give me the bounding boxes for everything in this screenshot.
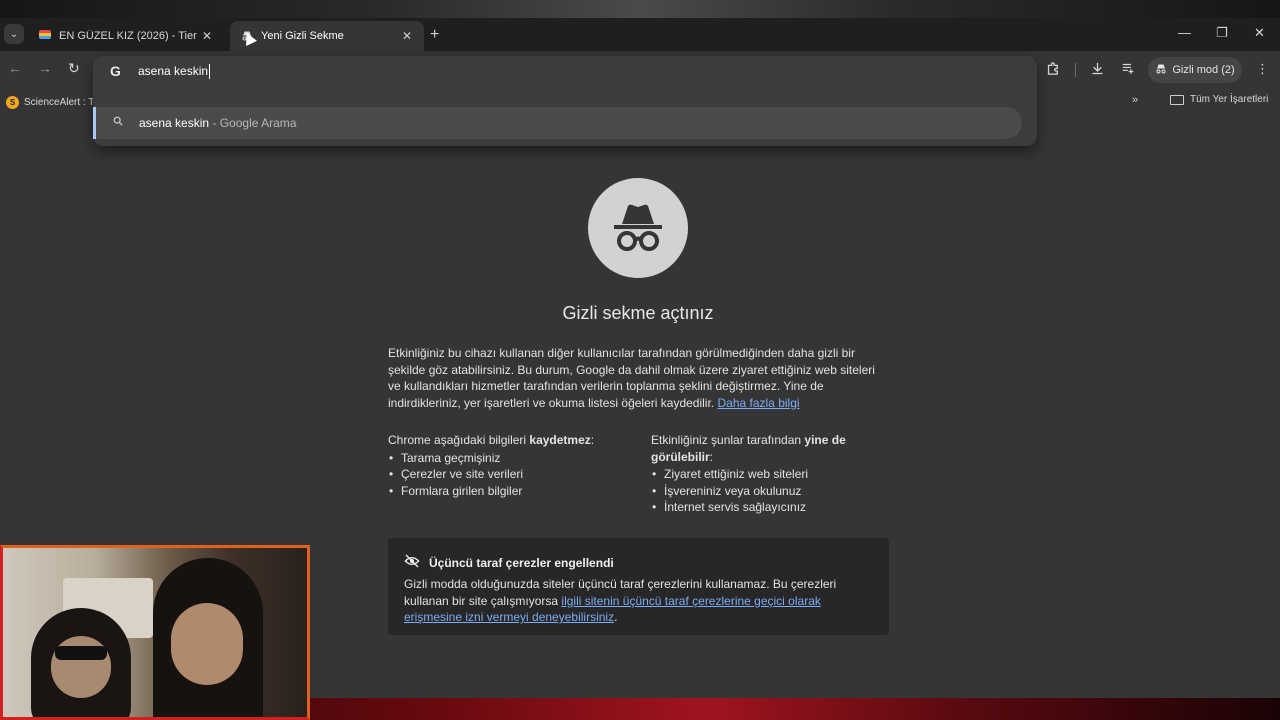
menu-kebab-icon[interactable]: ⋮	[1256, 61, 1269, 77]
list-item: Ziyaret ettiğiniz web siteleri	[651, 466, 891, 483]
reload-icon[interactable]: ↻	[68, 60, 80, 77]
cookie-card-header: Üçüncü taraf çerezler engellendi	[404, 554, 614, 571]
eye-off-icon	[404, 554, 420, 571]
bookmark-sciencealert[interactable]: S ScienceAlert : T	[6, 94, 94, 110]
learn-more-link[interactable]: Daha fazla bilgi	[717, 396, 799, 410]
chevron-down-icon: ⌄	[9, 28, 19, 40]
webcam-face-right	[171, 603, 243, 685]
google-g-icon: G	[110, 63, 121, 79]
list-item: Formlara girilen bilgiler	[388, 483, 628, 500]
address-bar-input[interactable]: asena keskin	[138, 64, 211, 79]
close-window-icon[interactable]: ✕	[1254, 25, 1265, 41]
all-bookmarks-button[interactable]: Tüm Yer İşaretleri	[1170, 94, 1268, 105]
still-visible-column: Etkinliğiniz şunlar tarafından yine de g…	[651, 432, 891, 516]
still-visible-heading: Etkinliğiniz şunlar tarafından yine de g…	[651, 433, 846, 464]
page-title: Gizli sekme açtınız	[562, 303, 714, 323]
sciencealert-favicon: S	[6, 95, 19, 109]
forward-arrow-icon[interactable]: →	[38, 60, 52, 76]
new-tab-plus-icon[interactable]: +	[430, 26, 439, 44]
tab-title: EN GÜZEL KIZ (2026) - Tier List	[59, 30, 200, 42]
download-icon[interactable]	[1090, 61, 1105, 79]
incognito-description: Etkinliğiniz bu cihazı kullanan diğer ku…	[388, 345, 888, 411]
webcam-overlay	[0, 545, 310, 720]
incognito-hero-icon	[588, 178, 688, 278]
tab-tier-list[interactable]: EN GÜZEL KIZ (2026) - Tier List ✕	[28, 21, 224, 51]
search-suggestion[interactable]: asena keskin - Google Arama	[93, 107, 1022, 139]
incognito-icon	[1155, 63, 1167, 78]
all-bookmarks-label: Tüm Yer İşaretleri	[1190, 94, 1269, 105]
webcam-sunglasses	[55, 646, 107, 660]
search-icon	[113, 116, 123, 129]
folder-icon	[1170, 94, 1184, 105]
intro-text: Etkinliğiniz bu cihazı kullanan diğer ku…	[388, 346, 875, 410]
omnibox-dropdown: G asena keskin asena keskin - Google Ara…	[93, 56, 1037, 146]
suggestion-query: asena keskin	[139, 116, 210, 130]
suggestion-source: - Google Arama	[209, 116, 297, 130]
reading-list-icon[interactable]	[1121, 61, 1135, 78]
close-icon[interactable]: ✕	[400, 29, 414, 43]
toolbar-divider	[1075, 63, 1076, 77]
list-item: Tarama geçmişiniz	[388, 450, 628, 467]
bookmark-label: ScienceAlert : T	[24, 96, 95, 108]
close-icon[interactable]: ✕	[200, 29, 214, 43]
extensions-puzzle-icon[interactable]	[1046, 61, 1061, 79]
cookie-card-title: Üçüncü taraf çerezler engellendi	[429, 555, 614, 570]
third-party-cookies-card: Üçüncü taraf çerezler engellendi Gizli m…	[388, 538, 889, 635]
list-item: Çerezler ve site verileri	[388, 466, 628, 483]
not-saved-heading: Chrome aşağıdaki bilgileri kaydetmez:	[388, 433, 595, 447]
list-item: İnternet servis sağlayıcınız	[651, 499, 891, 516]
tab-strip: ⌄ EN GÜZEL KIZ (2026) - Tier List ✕ Yeni…	[0, 18, 1280, 51]
back-arrow-icon[interactable]: ←	[8, 60, 22, 76]
tab-search-button[interactable]: ⌄	[4, 24, 24, 44]
desktop-wallpaper-top	[0, 0, 1280, 18]
list-item: İşvereniniz veya okulunuz	[651, 483, 891, 500]
restore-icon[interactable]: ❐	[1216, 25, 1228, 41]
not-saved-column: Chrome aşağıdaki bilgileri kaydetmez: Ta…	[388, 432, 628, 499]
cookie-card-text: Gizli modda olduğunuzda siteler üçüncü t…	[404, 577, 837, 624]
double-chevron-right-icon[interactable]: »	[1132, 94, 1138, 106]
tier-list-favicon	[38, 30, 52, 42]
incognito-mode-button[interactable]: Gizli mod (2)	[1148, 57, 1242, 83]
tab-title: Yeni Gizli Sekme	[261, 30, 344, 42]
tab-new-incognito[interactable]: Yeni Gizli Sekme ✕	[230, 21, 424, 51]
incognito-label: Gizli mod (2)	[1172, 64, 1235, 76]
minimize-icon[interactable]: —	[1178, 25, 1191, 40]
